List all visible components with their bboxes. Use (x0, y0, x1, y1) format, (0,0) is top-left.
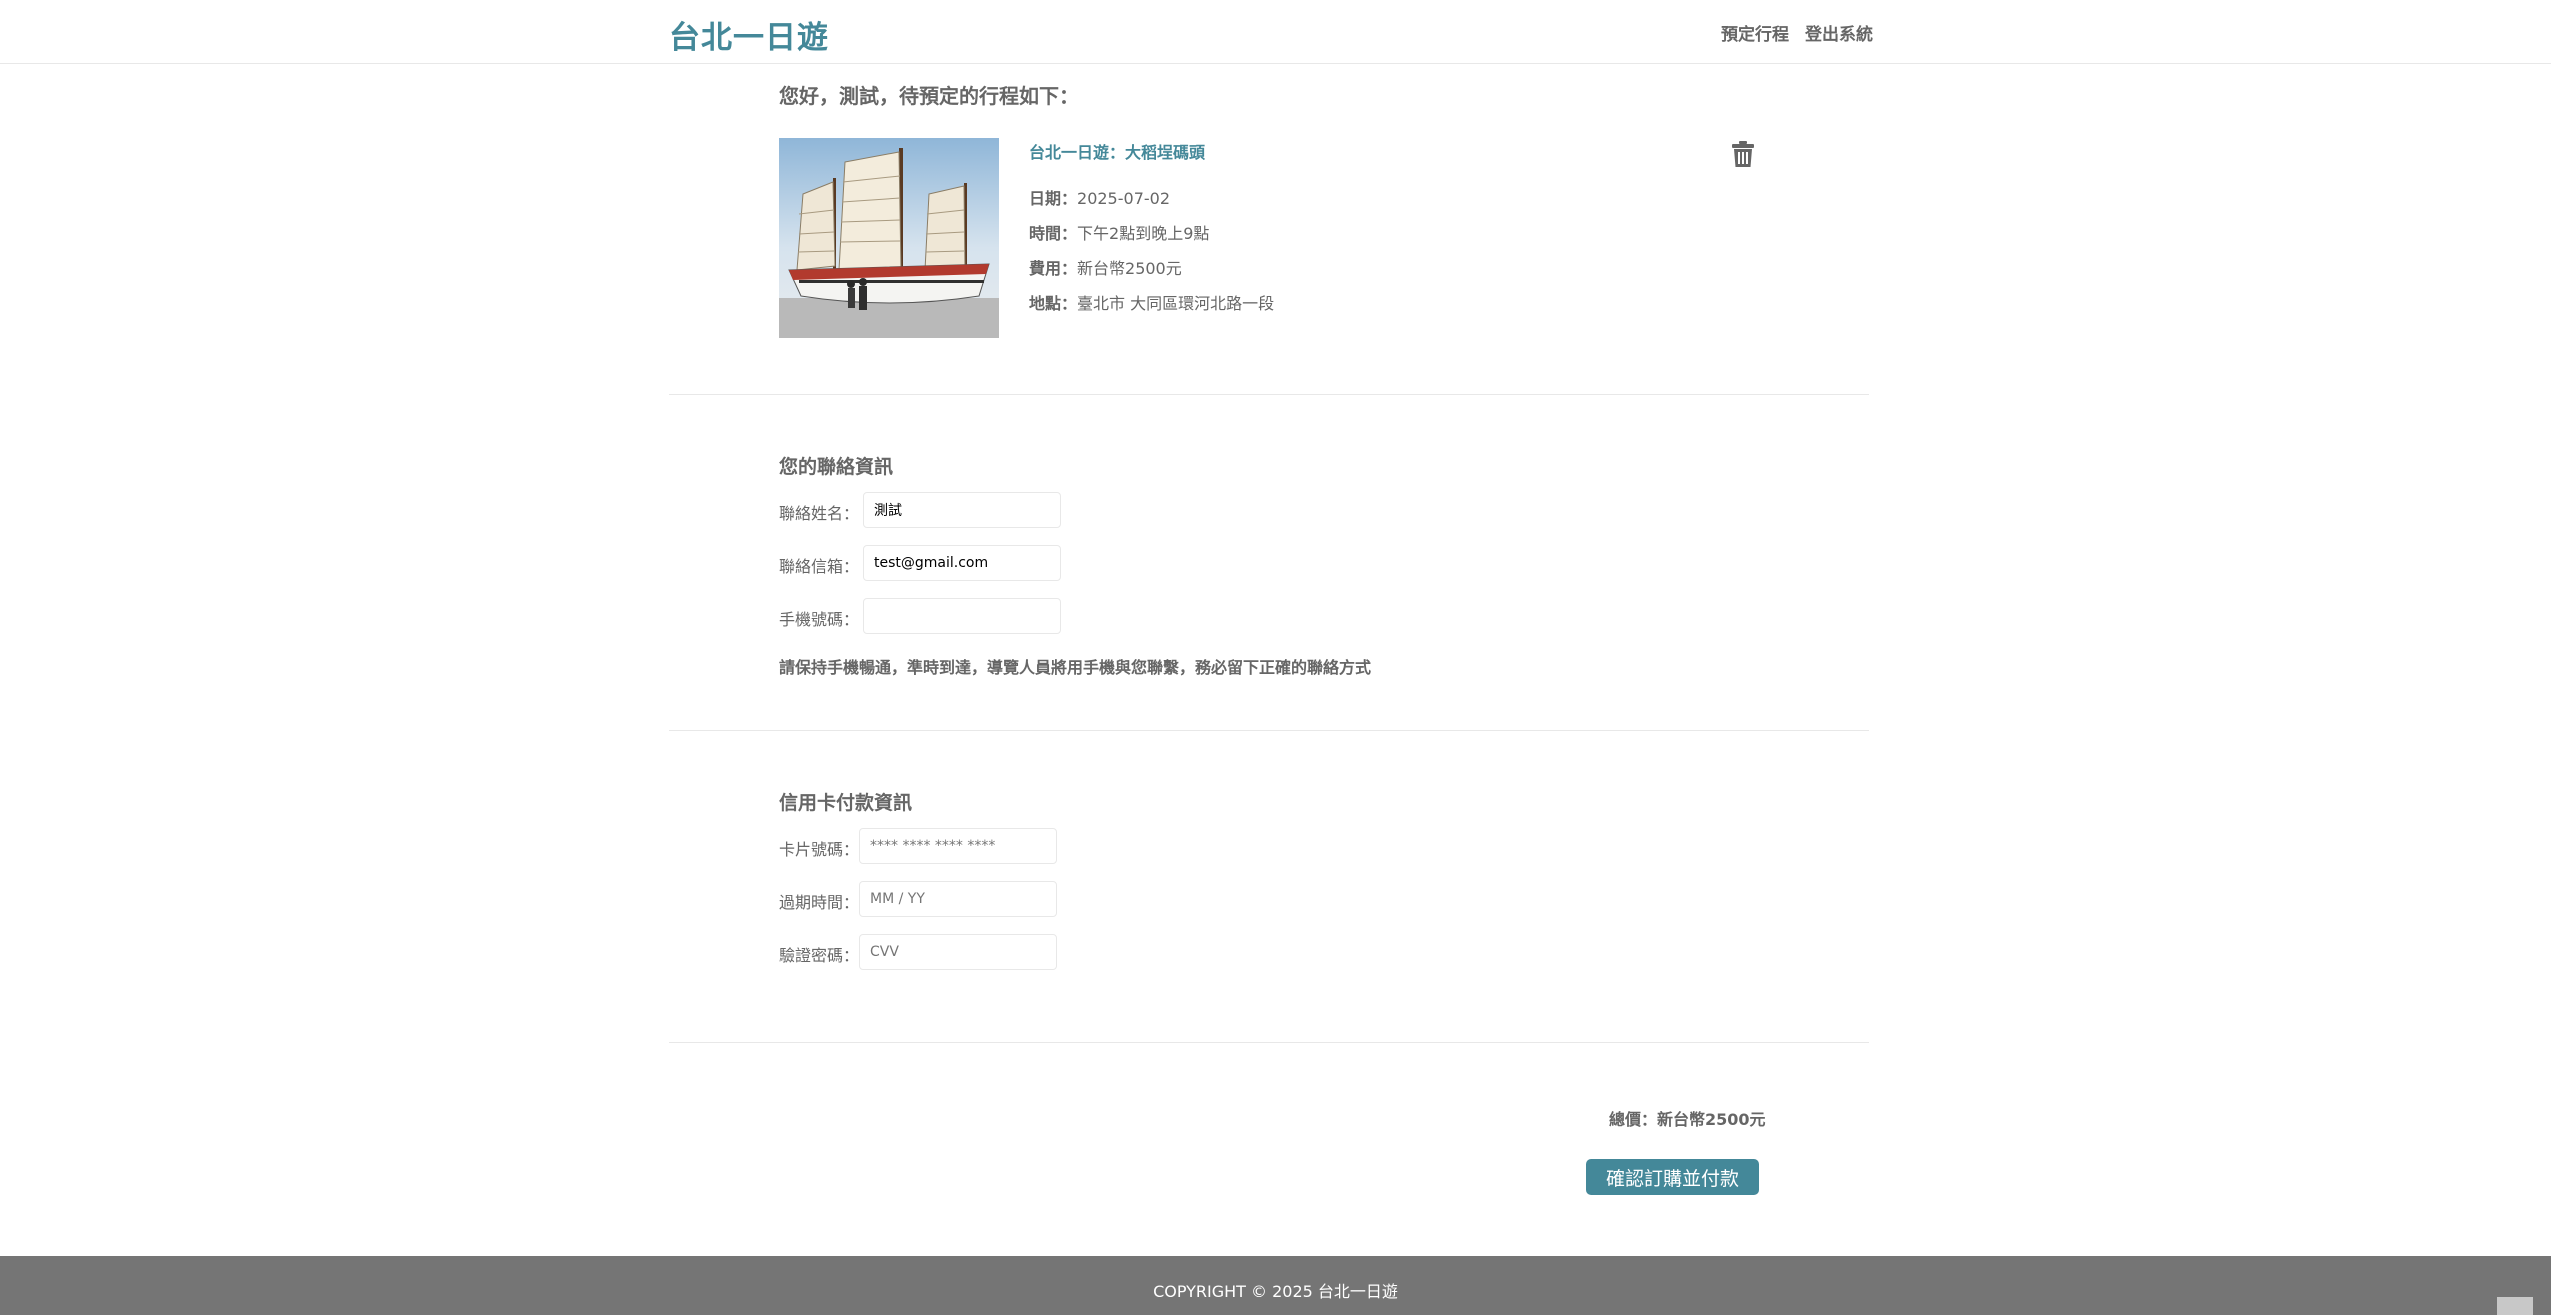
contact-name-label: 聯絡姓名： (779, 504, 860, 523)
greeting-heading: 您好，測試，待預定的行程如下： (779, 84, 1079, 108)
contact-notice: 請保持手機暢通，準時到達，導覽人員將用手機與您聯繫，務必留下正確的聯絡方式 (779, 658, 1372, 677)
contact-phone-label: 手機號碼： (779, 610, 860, 629)
divider (669, 1042, 1869, 1043)
divider (669, 394, 1869, 395)
trip-time-label: 時間： (1029, 224, 1078, 243)
nav-logout[interactable]: 登出系統 (1805, 20, 1873, 45)
trip-time-value: 下午2點到晚上9點 (1077, 224, 1210, 243)
contact-phone-input[interactable] (863, 598, 1061, 634)
trip-place-label: 地點： (1029, 294, 1078, 313)
trip-image (779, 138, 999, 338)
trash-icon (1732, 141, 1754, 167)
trip-place-value: 臺北市 大同區環河北路一段 (1077, 294, 1275, 313)
card-expiry-label: 過期時間： (779, 893, 860, 912)
trip-time: 時間：下午2點到晚上9點 (1029, 220, 1209, 244)
corner-widget (2497, 1297, 2533, 1315)
trip-date-value: 2025-07-02 (1077, 189, 1170, 208)
trip-fee-value: 新台幣2500元 (1077, 259, 1182, 278)
contact-section-title: 您的聯絡資訊 (779, 456, 894, 478)
contact-name-input[interactable] (863, 492, 1061, 528)
trip-place: 地點：臺北市 大同區環河北路一段 (1029, 290, 1274, 314)
trip-fee: 費用：新台幣2500元 (1029, 255, 1182, 279)
payment-section-title: 信用卡付款資訊 (779, 792, 913, 814)
nav-book-trip[interactable]: 預定行程 (1721, 20, 1789, 45)
total-price: 總價：新台幣2500元 (1609, 1110, 1766, 1129)
brand-logo[interactable]: 台北一日遊 (669, 12, 829, 57)
card-number-label: 卡片號碼： (779, 840, 860, 859)
trip-date: 日期：2025-07-02 (1029, 185, 1170, 209)
top-navbar (0, 0, 2551, 64)
sailing-junk-photo (779, 138, 999, 338)
trip-date-label: 日期： (1029, 189, 1078, 208)
card-cvv-label: 驗證密碼： (779, 946, 860, 965)
divider (669, 730, 1869, 731)
contact-email-input[interactable] (863, 545, 1061, 581)
contact-email-label: 聯絡信箱： (779, 557, 860, 576)
confirm-order-button[interactable]: 確認訂購並付款 (1586, 1159, 1759, 1195)
trip-fee-label: 費用： (1029, 259, 1078, 278)
trip-title[interactable]: 台北一日遊：大稻埕碼頭 (1029, 139, 1205, 163)
card-expiry-input[interactable] (859, 881, 1057, 917)
delete-trip-button[interactable] (1730, 140, 1756, 168)
card-cvv-input[interactable] (859, 934, 1057, 970)
footer-copyright: COPYRIGHT © 2025 台北一日遊 (1153, 1282, 1398, 1301)
card-number-input[interactable] (859, 828, 1057, 864)
